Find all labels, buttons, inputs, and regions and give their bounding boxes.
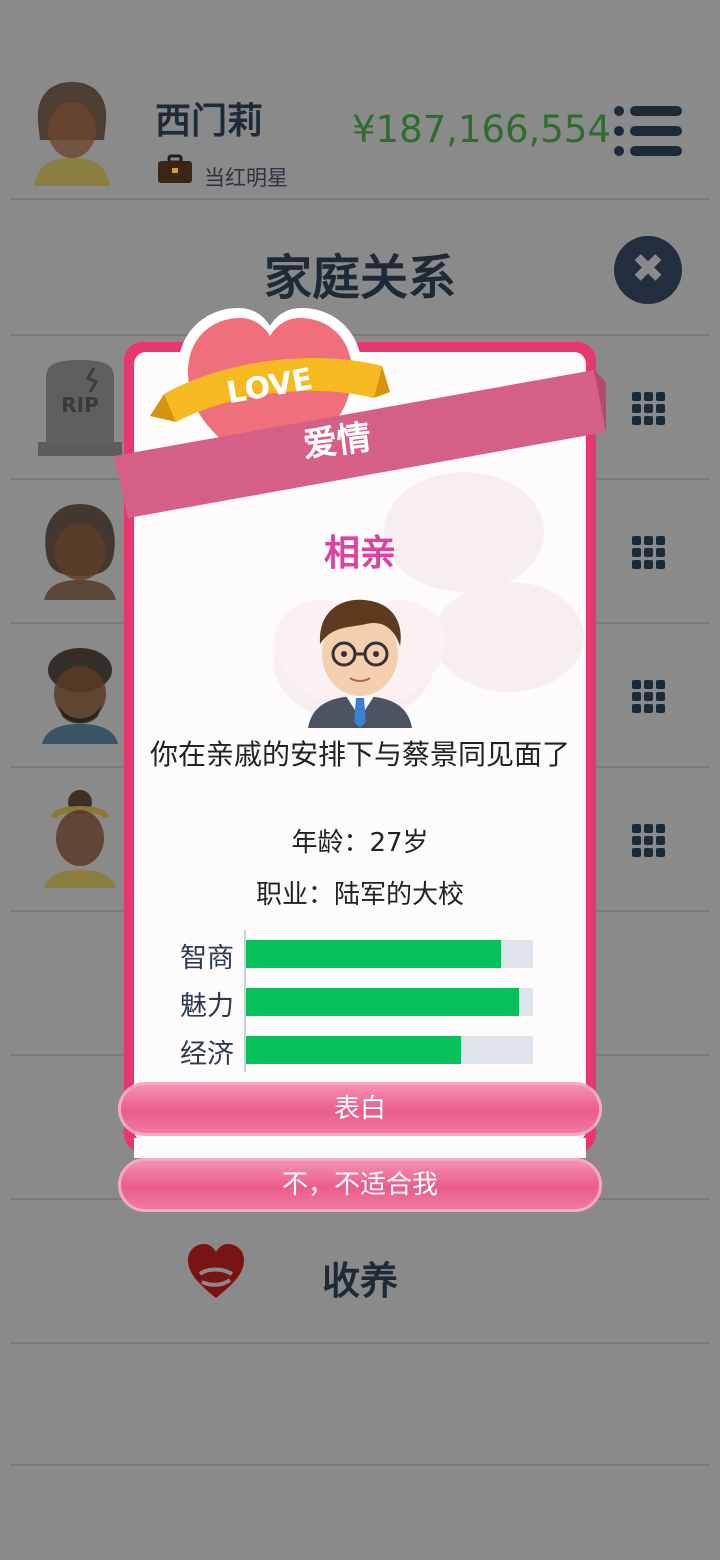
close-button[interactable]: ✖ [614, 236, 682, 304]
stat-bar-fill [246, 988, 519, 1016]
tombstone-text: RIP [61, 393, 99, 417]
stat-bar-charm [246, 988, 533, 1016]
options-grid-icon[interactable] [632, 392, 666, 426]
stat-bar-intelligence [246, 940, 533, 968]
briefcase-icon [158, 154, 192, 183]
money-balance: ¥187,166,554 [352, 108, 611, 151]
bearded-man-avatar[interactable] [34, 644, 126, 744]
close-icon: ✖ [631, 246, 665, 292]
stat-bar-fill [246, 1036, 462, 1064]
options-grid-icon[interactable] [632, 680, 666, 714]
background-cloud [434, 582, 584, 692]
adopt-label[interactable]: 收养 [322, 1250, 398, 1305]
confess-button[interactable]: 表白 [118, 1082, 602, 1136]
stat-bar-economy [246, 1036, 533, 1064]
woman-with-headband-avatar[interactable] [34, 788, 126, 888]
event-description: 你在亲戚的安排下与蔡景同见面了 [150, 738, 571, 771]
woman-avatar[interactable] [34, 500, 126, 600]
options-grid-icon[interactable] [632, 824, 666, 858]
partner-occupation: 职业：陆军的大校 [255, 880, 464, 910]
banner-title: 爱情 [300, 417, 374, 466]
menu-icon[interactable] [612, 104, 684, 158]
rip-tombstone-icon[interactable]: RIP [34, 358, 126, 458]
divider [10, 1464, 710, 1466]
profile-header: 西门莉 当红明星 ¥187,166,554 [0, 0, 720, 200]
adopt-heart-icon[interactable] [186, 1244, 246, 1300]
player-job: 当红明星 [204, 166, 288, 190]
date-partner-portrait [274, 599, 446, 728]
player-avatar[interactable] [30, 78, 114, 186]
player-name: 西门莉 [155, 101, 264, 142]
stat-bar-fill [246, 940, 502, 968]
button-spacer [134, 1138, 586, 1158]
partner-age: 年龄：27岁 [291, 828, 429, 858]
stat-label-charm: 魅力 [180, 991, 234, 1022]
reject-button[interactable]: 不，不适合我 [118, 1158, 602, 1212]
event-subtitle: 相亲 [323, 533, 396, 574]
stat-label-intelligence: 智商 [180, 943, 234, 974]
options-grid-icon[interactable] [632, 536, 666, 570]
divider [10, 1342, 710, 1344]
stat-label-economy: 经济 [180, 1039, 234, 1070]
divider [10, 198, 710, 200]
